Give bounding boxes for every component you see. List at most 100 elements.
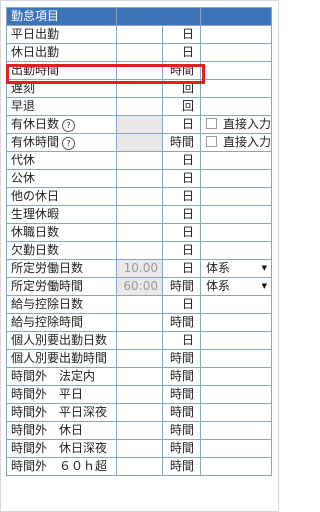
empty-cell: [199, 457, 273, 476]
value-input[interactable]: [116, 61, 163, 80]
unit-label: 時間: [162, 277, 201, 296]
direct-input-checkbox[interactable]: [206, 118, 217, 129]
row-label: 給与控除日数: [6, 295, 117, 314]
value-input[interactable]: [116, 457, 163, 476]
table-row: 時間外 ６０ｈ超 時間: [6, 457, 273, 476]
value-input[interactable]: [116, 421, 163, 440]
help-question-icon[interactable]: ?: [62, 137, 76, 150]
chevron-down-icon[interactable]: ▼: [262, 279, 267, 295]
value-input[interactable]: [116, 133, 163, 152]
unit-label: 日: [162, 205, 201, 224]
value-input[interactable]: [116, 349, 163, 368]
value-input[interactable]: [116, 385, 163, 404]
direct-input-checkbox[interactable]: [206, 136, 217, 147]
row-label-text: 平日出勤: [11, 27, 60, 41]
table-header-row: 勤怠項目: [6, 7, 273, 26]
unit-label: 日: [162, 151, 201, 170]
table-row: 公休 日: [6, 169, 273, 188]
empty-cell: [199, 295, 273, 314]
table-row: 代休 日: [6, 151, 273, 170]
value-input[interactable]: [116, 241, 163, 260]
row-label-text: 時間外 休日: [11, 423, 84, 437]
empty-cell: [199, 79, 273, 98]
value-input[interactable]: 10.00: [116, 259, 163, 278]
unit-label: 回: [162, 79, 201, 98]
unit-label: 日: [162, 169, 201, 188]
value-input[interactable]: [116, 79, 163, 98]
row-label: 公休: [6, 169, 117, 188]
empty-cell: [199, 187, 273, 206]
row-label: 時間外 休日: [6, 421, 117, 440]
system-select-value: 体系: [206, 261, 231, 275]
empty-cell: [199, 331, 273, 350]
value-input[interactable]: [116, 439, 163, 458]
unit-label: 日: [162, 295, 201, 314]
system-select[interactable]: 体系 ▼: [199, 277, 273, 296]
row-label-text: 所定労働時間: [11, 279, 84, 293]
unit-label: 日: [162, 43, 201, 62]
value-input[interactable]: [116, 43, 163, 62]
attendance-panel: 勤怠項目 平日出勤日休日出勤日出勤時間 時間 遅刻回早退回有休日数? 日直接入力 有休時…: [0, 0, 279, 512]
row-label-text: 時間外 休日深夜: [11, 441, 108, 455]
row-label: 休職日数: [6, 223, 117, 242]
row-label: 早退: [6, 97, 117, 116]
value-input[interactable]: [116, 313, 163, 332]
value-input[interactable]: [116, 403, 163, 422]
value-input[interactable]: 60:00: [116, 277, 163, 296]
value-input[interactable]: [116, 115, 163, 134]
table-row: 時間外 法定内 時間: [6, 367, 273, 386]
direct-input-option[interactable]: 直接入力: [199, 115, 273, 134]
row-label: 個人別要出勤日数: [6, 331, 117, 350]
row-label: 出勤時間: [6, 61, 117, 80]
value-input[interactable]: [116, 205, 163, 224]
row-label-text: 有休時間: [11, 135, 60, 149]
unit-label: 時間: [162, 367, 201, 386]
value-input[interactable]: [116, 187, 163, 206]
unit-label: 時間: [162, 385, 201, 404]
empty-cell: [199, 385, 273, 404]
value-input[interactable]: [116, 331, 163, 350]
row-label: 代休: [6, 151, 117, 170]
row-label-text: 代休: [11, 153, 36, 167]
value-input[interactable]: [116, 169, 163, 188]
row-label-text: 所定労働日数: [11, 261, 84, 275]
value-input[interactable]: [116, 223, 163, 242]
row-label: 他の休日: [6, 187, 117, 206]
row-label-text: 個人別要出勤時間: [11, 351, 108, 365]
table-row: 個人別要出勤日数 日: [6, 331, 273, 350]
unit-label: 時間: [162, 349, 201, 368]
value-input[interactable]: [116, 25, 163, 44]
table-row: 出勤時間 時間: [6, 61, 273, 80]
row-label: 遅刻: [6, 79, 117, 98]
row-label-text: 出勤時間: [11, 63, 60, 77]
row-label: 生理休暇: [6, 205, 117, 224]
row-label: 所定労働日数: [6, 259, 117, 278]
value-input[interactable]: [116, 151, 163, 170]
help-question-icon[interactable]: ?: [62, 119, 76, 132]
empty-cell: [199, 43, 273, 62]
system-select-value: 体系: [206, 279, 231, 293]
row-label-text: 有休日数: [11, 117, 60, 131]
row-label: 所定労働時間: [6, 277, 117, 296]
row-label-text: 時間外 法定内: [11, 369, 96, 383]
table-row: 所定労働日数 10.00 日体系 ▼: [6, 259, 273, 278]
system-select[interactable]: 体系 ▼: [199, 259, 273, 278]
value-input[interactable]: [116, 295, 163, 314]
value-input[interactable]: [116, 367, 163, 386]
unit-label: 時間: [162, 403, 201, 422]
row-label: 給与控除時間: [6, 313, 117, 332]
row-label: 時間外 ６０ｈ超: [6, 457, 117, 476]
chevron-down-icon[interactable]: ▼: [262, 261, 267, 277]
table-row: 個人別要出勤時間 時間: [6, 349, 273, 368]
empty-cell: [199, 61, 273, 80]
row-label: 欠勤日数: [6, 241, 117, 260]
direct-input-option[interactable]: 直接入力: [199, 133, 273, 152]
empty-cell: [199, 97, 273, 116]
row-label-text: 欠勤日数: [11, 243, 60, 257]
value-input[interactable]: [116, 97, 163, 116]
unit-label: 回: [162, 97, 201, 116]
direct-input-label: 直接入力: [223, 117, 272, 131]
row-label-text: 休職日数: [11, 225, 60, 239]
row-label-text: 時間外 ６０ｈ超: [11, 459, 108, 473]
header-item-label: 勤怠項目: [6, 7, 117, 26]
